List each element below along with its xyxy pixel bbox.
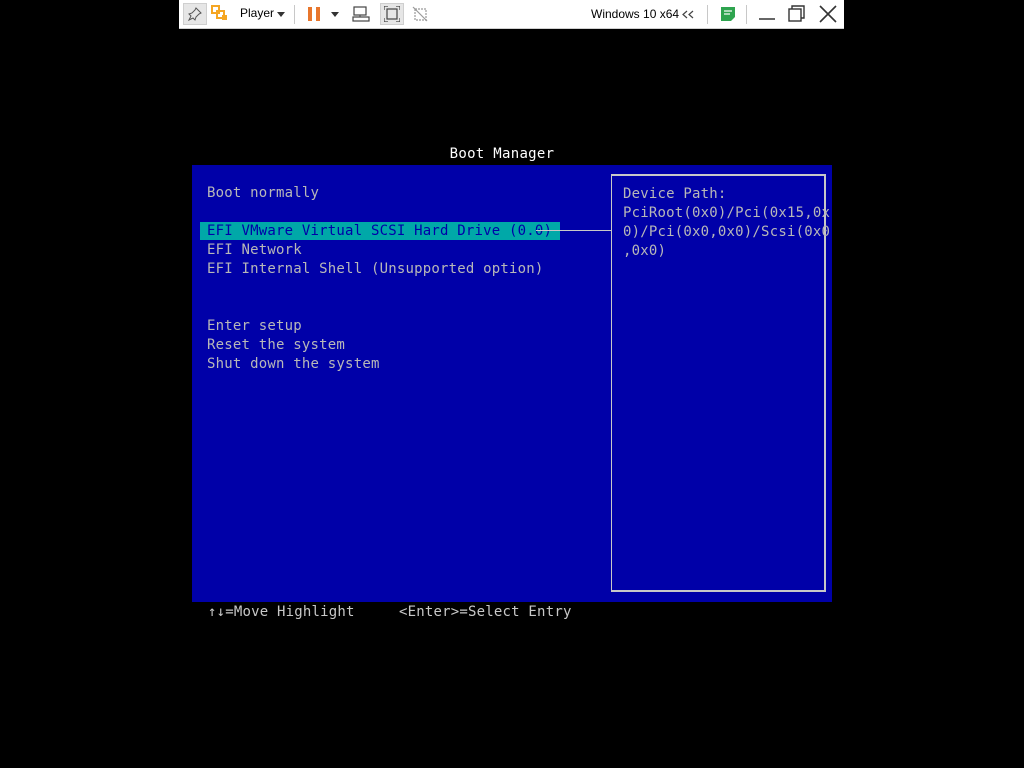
toolbar-separator bbox=[294, 5, 295, 24]
menu-item-efi-network[interactable]: EFI Network bbox=[207, 241, 302, 259]
boot-manager-panel: Boot normally EFI VMware Virtual SCSI Ha… bbox=[192, 165, 832, 602]
device-path-line: 0)/Pci(0x0,0x0)/Scsi(0x0 bbox=[623, 224, 831, 240]
hint-move-highlight: ↑↓=Move Highlight bbox=[208, 604, 355, 620]
chevron-down-icon[interactable] bbox=[330, 9, 340, 19]
fit-guest-icon[interactable] bbox=[380, 3, 404, 25]
restore-icon[interactable] bbox=[786, 4, 808, 24]
device-path-title: Device Path: bbox=[623, 186, 727, 202]
collapse-arrows-icon[interactable] bbox=[681, 7, 695, 21]
toolbar-separator bbox=[746, 5, 747, 24]
menu-item-efi-hard-drive[interactable]: EFI VMware Virtual SCSI Hard Drive (0.0) bbox=[200, 222, 561, 240]
device-path-box: Device Path: PciRoot(0x0)/Pci(0x15,0x 0)… bbox=[611, 174, 830, 592]
vmware-logo-icon[interactable] bbox=[210, 4, 230, 24]
device-path-line: PciRoot(0x0)/Pci(0x15,0x bbox=[623, 205, 831, 221]
vm-name-label: Windows 10 x64 bbox=[591, 7, 680, 21]
menu-item-efi-internal-shell[interactable]: EFI Internal Shell (Unsupported option) bbox=[207, 260, 544, 278]
menu-item-enter-setup[interactable]: Enter setup bbox=[207, 317, 302, 335]
hint-select-entry: <Enter>=Select Entry bbox=[399, 604, 572, 620]
send-ctrl-alt-del-icon[interactable] bbox=[351, 4, 371, 24]
vmware-toolbar: Player Windows 10 x64 bbox=[179, 0, 844, 29]
pin-icon[interactable] bbox=[183, 3, 207, 25]
player-menu-label[interactable]: Player bbox=[240, 6, 274, 20]
menu-item-boot-normally[interactable]: Boot normally bbox=[207, 184, 319, 202]
boot-manager-title: Boot Manager bbox=[449, 146, 555, 162]
unity-icon[interactable] bbox=[410, 4, 430, 24]
close-icon[interactable] bbox=[816, 3, 840, 25]
message-log-icon[interactable] bbox=[718, 4, 738, 24]
minimize-icon[interactable] bbox=[756, 4, 778, 24]
selection-connector-line bbox=[536, 230, 611, 231]
toolbar-separator bbox=[707, 5, 708, 24]
pause-icon[interactable] bbox=[304, 4, 324, 24]
device-path-line: ,0x0) bbox=[623, 243, 667, 259]
menu-item-reset-system[interactable]: Reset the system bbox=[207, 336, 345, 354]
chevron-down-icon[interactable] bbox=[276, 9, 286, 19]
menu-item-shut-down[interactable]: Shut down the system bbox=[207, 355, 380, 373]
